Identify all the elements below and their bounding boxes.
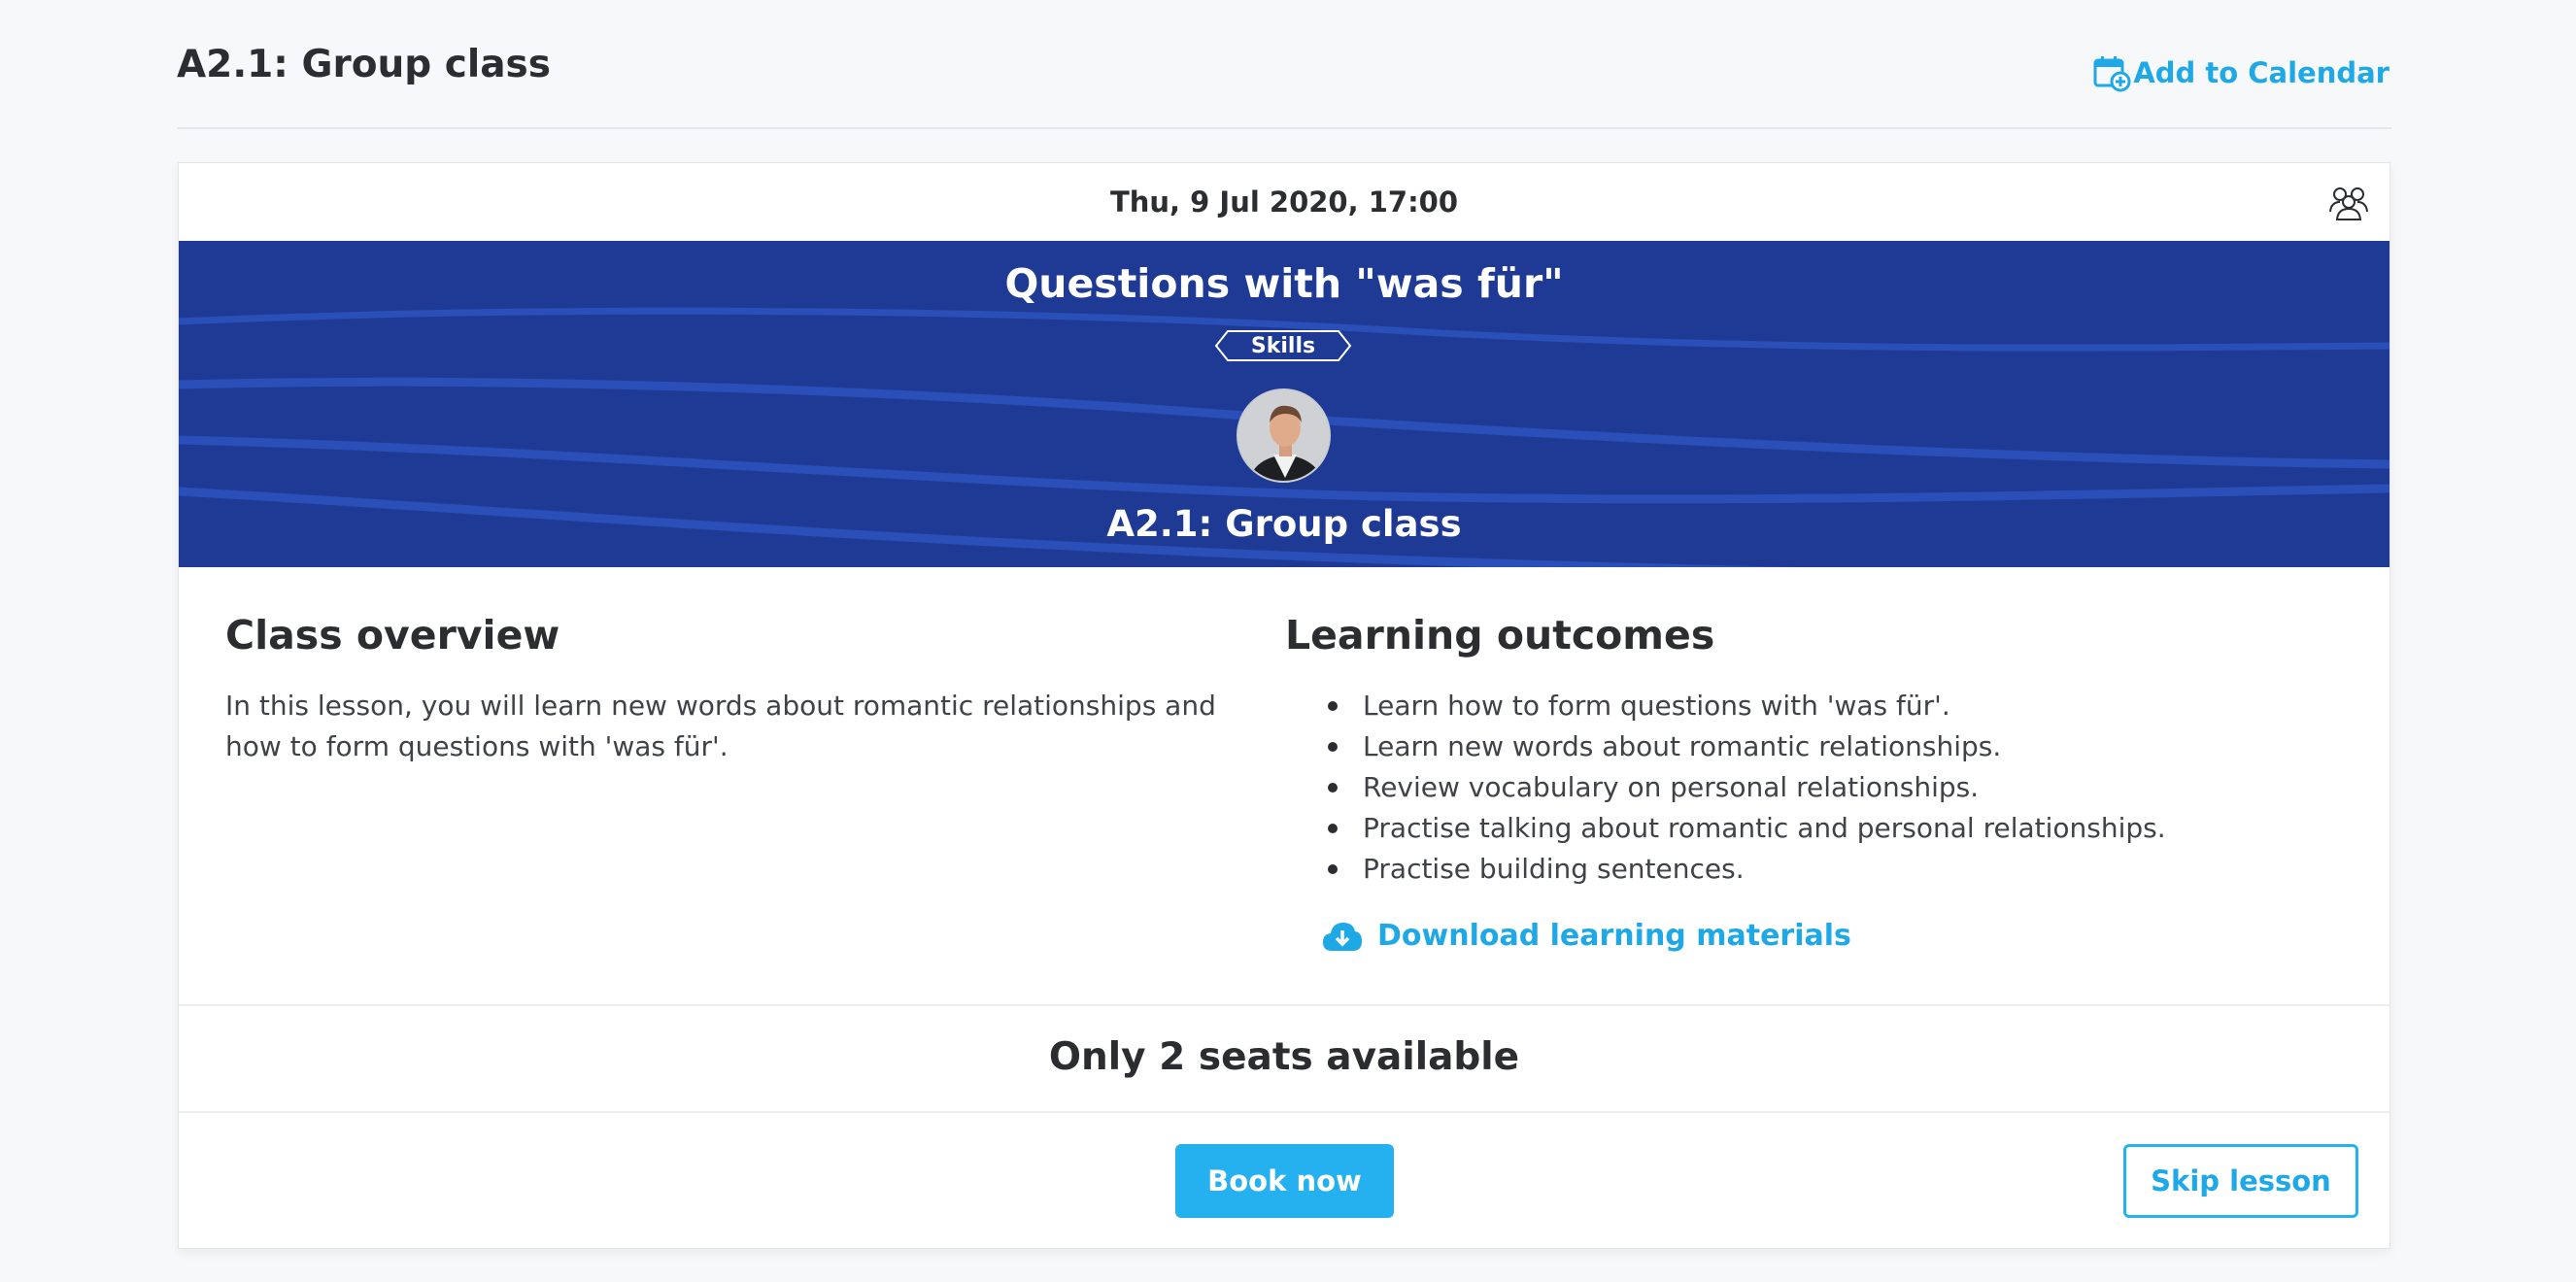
lesson-title: Questions with "was für" [1004,260,1564,307]
teacher-avatar [1237,388,1331,483]
list-item: Learn new words about romantic relations… [1328,726,2354,767]
cloud-download-icon [1323,922,1362,951]
class-name: A2.1: Group class [1106,503,1462,545]
class-overview-heading: Class overview [225,612,560,658]
download-materials-label: Download learning materials [1377,919,1851,953]
class-overview: Class overview In this lesson, you will … [225,612,1274,767]
page-header: A2.1: Group class Add to Calendar [177,0,2391,129]
skills-badge-label: Skills [1250,333,1316,358]
learning-outcomes: Learning outcomes Learn how to form ques… [1285,612,2354,890]
calendar-add-icon [2093,56,2131,92]
list-item: Practise talking about romantic and pers… [1328,808,2354,849]
class-banner: Questions with "was für" Skills A2.1: Gr… [179,241,2390,567]
group-icon[interactable] [2327,183,2370,221]
class-card: Thu, 9 Jul 2020, 17:00 Questions with "w… [178,162,2390,1249]
add-to-calendar-link[interactable]: Add to Calendar [2092,53,2390,92]
add-to-calendar-label: Add to Calendar [2133,56,2390,89]
skills-badge: Skills [1214,329,1352,362]
book-now-button[interactable]: Book now [1175,1144,1394,1218]
page-title: A2.1: Group class [177,43,551,86]
skip-lesson-button[interactable]: Skip lesson [2123,1144,2358,1218]
divider [179,1111,2390,1113]
list-item: Learn how to form questions with 'was fü… [1328,686,2354,726]
class-datetime: Thu, 9 Jul 2020, 17:00 [1109,186,1459,219]
class-overview-text: In this lesson, you will learn new words… [225,690,1216,762]
learning-outcomes-heading: Learning outcomes [1285,612,1715,658]
download-materials-link[interactable]: Download learning materials [1321,919,1851,953]
learning-outcomes-list: Learn how to form questions with 'was fü… [1285,686,2354,890]
seats-available: Only 2 seats available [1048,1034,1520,1079]
list-item: Practise building sentences. [1328,849,2354,890]
list-item: Review vocabulary on personal relationsh… [1328,767,2354,808]
